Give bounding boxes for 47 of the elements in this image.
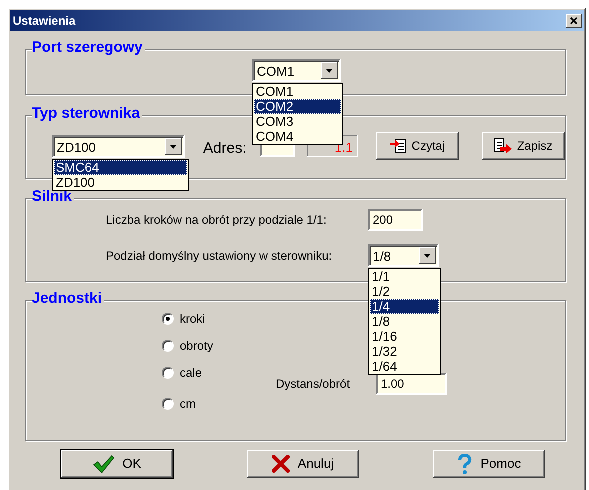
address-label: Adres: — [203, 139, 247, 159]
dropdown-option[interactable]: 1/32 — [370, 344, 439, 359]
dropdown-option[interactable]: 1/16 — [370, 329, 439, 344]
dropdown-option[interactable]: SMC64 — [54, 160, 187, 175]
radio-label[interactable]: kroki — [180, 310, 206, 328]
radio-button[interactable] — [162, 312, 174, 324]
radio-button[interactable] — [162, 340, 174, 352]
dropdown-option[interactable]: 1/4 — [370, 299, 439, 314]
distance-label: Dystans/obrót — [276, 376, 352, 393]
question-mark-icon — [456, 454, 473, 474]
dropdown-option[interactable]: 1/1 — [370, 269, 439, 284]
caret-icon — [424, 254, 431, 258]
help-button[interactable]: Pomoc — [433, 450, 545, 478]
radio-button[interactable] — [162, 398, 174, 410]
radio-label[interactable]: cm — [180, 394, 196, 412]
radio-label[interactable]: cale — [180, 364, 202, 382]
dropdown-option[interactable]: COM3 — [254, 114, 341, 129]
window-title: Ustawienia — [13, 12, 76, 30]
division-label: Podział domyślny ustawiony w sterowniku: — [106, 248, 334, 264]
cancel-button[interactable]: Anuluj — [247, 450, 359, 478]
group-title: Port szeregowy — [32, 39, 145, 57]
x-icon — [272, 455, 290, 473]
dropdown-option[interactable]: 1/2 — [370, 284, 439, 299]
caret-icon — [170, 144, 178, 148]
steps-field[interactable]: 200 — [368, 209, 423, 231]
checkmark-icon — [92, 454, 115, 474]
steps-label: Liczba kroków na obrót przy podziale 1/1: — [106, 212, 328, 229]
dropdown-button[interactable] — [321, 62, 338, 79]
document-arrow-icon — [390, 138, 407, 154]
dropdown-button[interactable] — [419, 247, 436, 264]
dropdown-option[interactable]: ZD100 — [54, 175, 187, 190]
write-button[interactable]: Zapisz — [482, 132, 565, 160]
close-button[interactable] — [566, 14, 582, 28]
dropdown-option[interactable]: 1/8 — [370, 314, 439, 329]
dropdown-option[interactable]: 1/64 — [370, 359, 439, 374]
distance-field[interactable]: 1.00 — [376, 373, 447, 395]
caret-icon — [326, 68, 333, 72]
radio-button[interactable] — [162, 366, 174, 378]
close-icon — [570, 16, 578, 24]
document-arrow-icon — [494, 138, 512, 154]
group-title: Typ sterownika — [32, 105, 142, 123]
ok-button[interactable]: OK — [61, 450, 173, 478]
radio-label[interactable]: obroty — [180, 336, 214, 354]
read-button[interactable]: Czytaj — [376, 132, 459, 160]
dropdown-button[interactable] — [165, 138, 182, 155]
dropdown-option[interactable]: COM1 — [254, 84, 341, 99]
dropdown-option[interactable]: COM2 — [254, 99, 341, 114]
